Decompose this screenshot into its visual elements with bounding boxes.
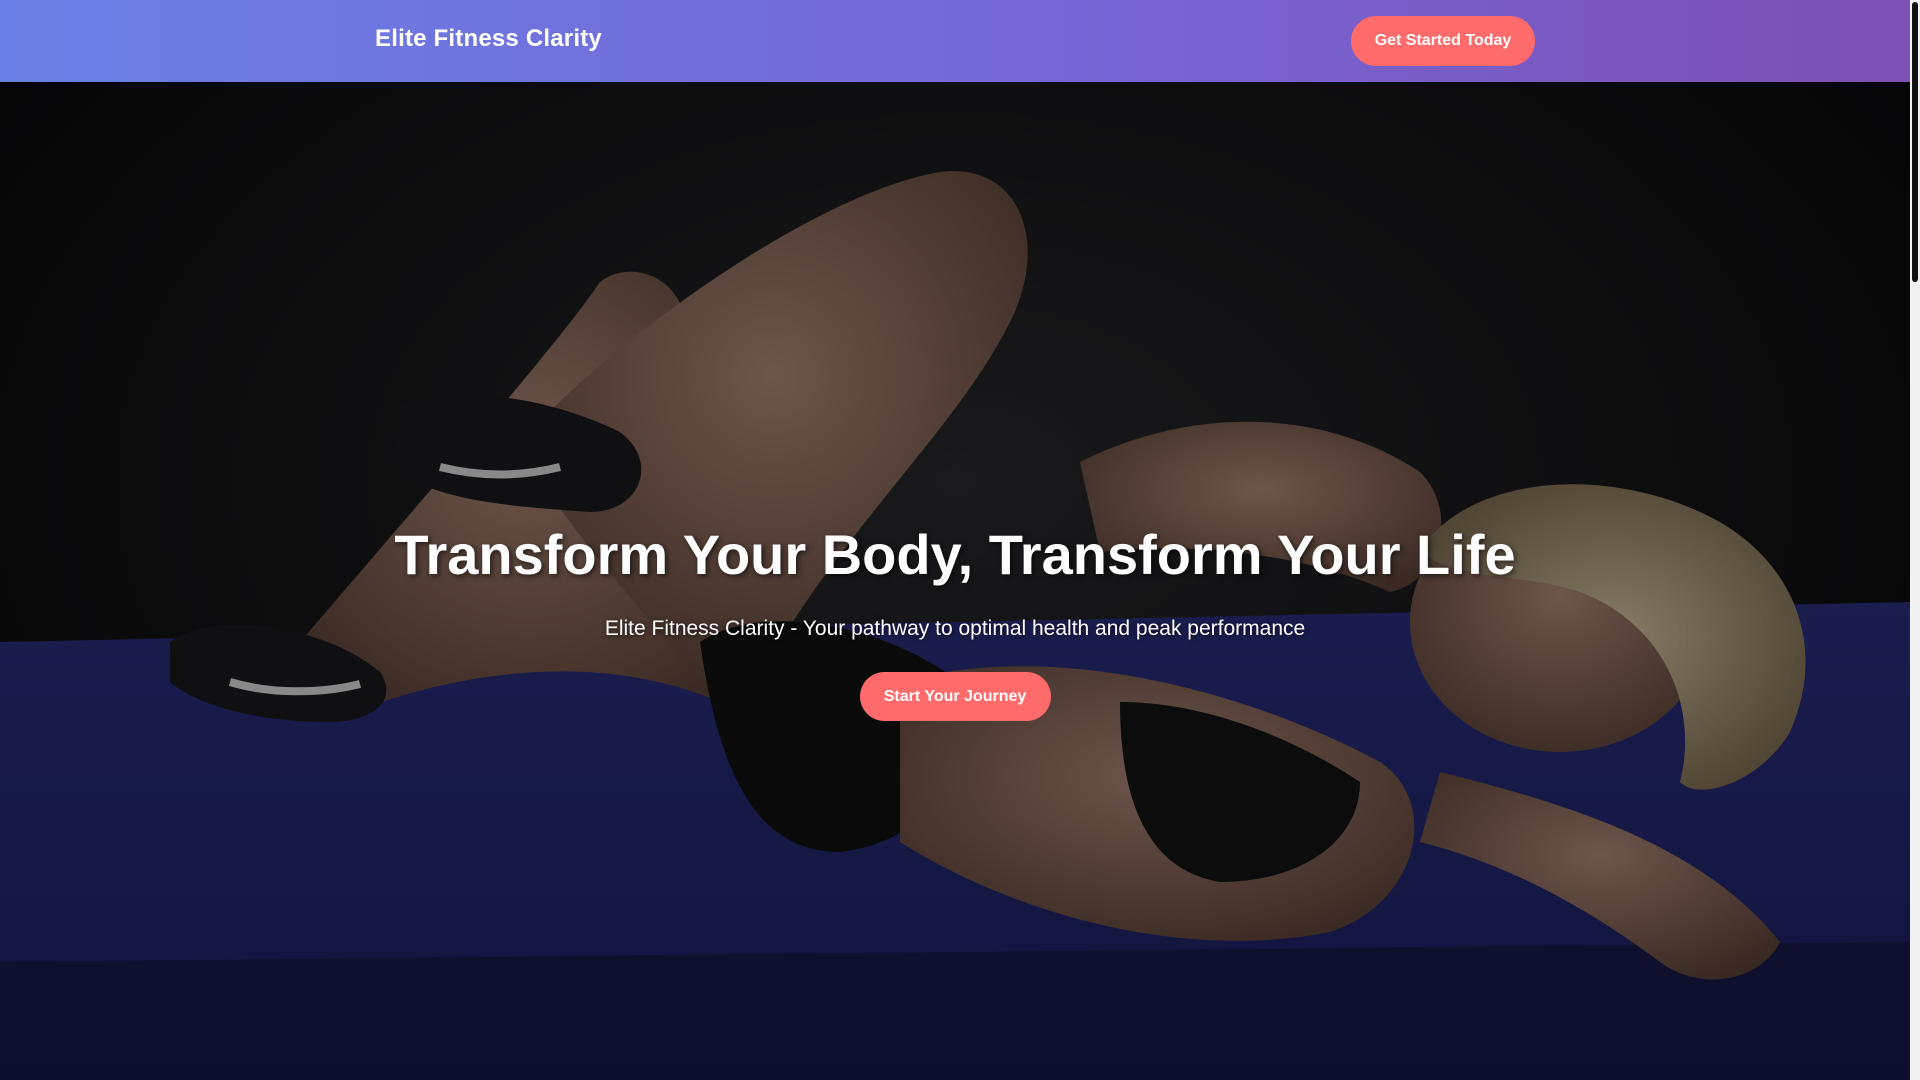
hero-content: Transform Your Body, Transform Your Life… (0, 522, 1910, 721)
get-started-button[interactable]: Get Started Today (1351, 16, 1535, 66)
brand-logo-text[interactable]: Elite Fitness Clarity (375, 25, 602, 53)
start-journey-button[interactable]: Start Your Journey (859, 672, 1051, 721)
hero-title: Transform Your Body, Transform Your Life (394, 523, 1516, 586)
scrollbar-thumb[interactable] (1912, 2, 1918, 282)
vertical-scrollbar[interactable] (1910, 0, 1920, 1080)
page: Elite Fitness Clarity Get Started Today (0, 0, 1910, 1080)
hero-subtitle: Elite Fitness Clarity - Your pathway to … (604, 617, 1306, 640)
hero-section: Transform Your Body, Transform Your Life… (0, 82, 1910, 1080)
site-header: Elite Fitness Clarity Get Started Today (0, 0, 1910, 82)
